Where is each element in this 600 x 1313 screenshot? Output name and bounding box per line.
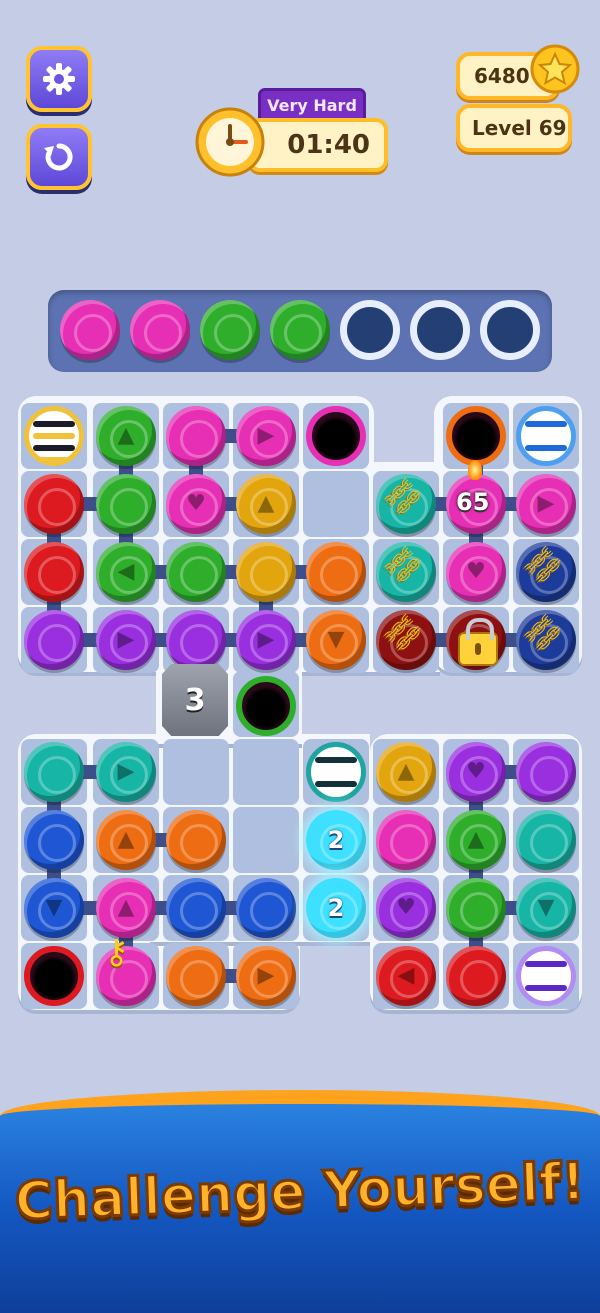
arrow-up-icon: ▲ — [117, 895, 135, 920]
ball-blue[interactable]: ▼ — [24, 878, 84, 938]
tube-connector — [54, 901, 266, 915]
ball-green[interactable] — [446, 878, 506, 938]
ball-magenta[interactable]: ▶ — [516, 474, 576, 534]
padlock-icon — [458, 618, 498, 666]
ball-yellow[interactable]: ▲ — [376, 742, 436, 802]
heart-icon: ♥ — [466, 559, 486, 584]
arrow-right-icon: ▶ — [537, 491, 555, 516]
ball-magenta[interactable]: ♥ — [446, 542, 506, 602]
grid-cell — [303, 471, 369, 537]
ball-yellow[interactable] — [236, 542, 296, 602]
ball-orange[interactable] — [166, 946, 226, 1006]
ball-orange[interactable]: ▲ — [96, 810, 156, 870]
ball-green[interactable]: ▲ — [96, 406, 156, 466]
ball-magenta[interactable]: ♥ — [166, 474, 226, 534]
fuse-flame-icon — [468, 460, 482, 480]
grid-cell — [233, 807, 299, 873]
ball-orange[interactable]: ▶ — [236, 946, 296, 1006]
counter-ball-cyan[interactable]: 2 — [306, 810, 366, 870]
ball-orange[interactable] — [166, 810, 226, 870]
arrow-up-icon: ▲ — [467, 827, 485, 852]
ball-purple[interactable]: ♥ — [446, 742, 506, 802]
arrow-up-icon: ▲ — [117, 423, 135, 448]
arrow-right-icon: ▶ — [117, 759, 135, 784]
heart-icon: ♥ — [466, 759, 486, 784]
arrow-right-icon: ▶ — [117, 627, 135, 652]
arrow-down-icon: ▼ — [45, 895, 63, 920]
key-icon: ⚷ — [104, 932, 129, 972]
arrow-down-icon: ▼ — [537, 895, 555, 920]
arrow-up-icon: ▲ — [397, 759, 415, 784]
ball-blue[interactable] — [166, 878, 226, 938]
ball-red[interactable] — [446, 946, 506, 1006]
arrow-down-icon: ▼ — [327, 627, 345, 652]
ball-purple[interactable] — [24, 610, 84, 670]
exit-hole-orange[interactable] — [446, 406, 506, 466]
ball-teal[interactable] — [516, 810, 576, 870]
ball-counter: 2 — [327, 826, 345, 854]
spawner-gate-purple[interactable] — [516, 946, 576, 1006]
ball-green[interactable] — [96, 474, 156, 534]
arrow-right-icon: ▶ — [257, 627, 275, 652]
ball-teal[interactable]: ▼ — [516, 878, 576, 938]
ball-orange[interactable] — [306, 542, 366, 602]
game-board: ▲ ▶ ♥ ▲ ⛓ 65 ▶ ◀ ⛓ ♥ ⛓ ▶ ▶ ▼ ⛓ ⛓ ▶ ▲ ♥ ▲ 2 ▲ ▼ ▲ 2 ♥ ▼ ⚷ ▶ ◀ — [0, 0, 600, 1100]
arrow-up-icon: ▲ — [257, 491, 275, 516]
grid-cell — [233, 739, 299, 805]
ball-yellow[interactable]: ▲ — [236, 474, 296, 534]
ball-magenta[interactable]: ▶ — [236, 406, 296, 466]
ball-green[interactable] — [166, 542, 226, 602]
ball-blue[interactable] — [236, 878, 296, 938]
heart-icon: ♥ — [186, 491, 206, 516]
arrow-left-icon: ◀ — [397, 963, 415, 988]
ball-teal[interactable] — [24, 742, 84, 802]
ball-counter: 2 — [327, 894, 345, 922]
ball-magenta[interactable] — [376, 810, 436, 870]
ball-purple[interactable] — [166, 610, 226, 670]
arrow-up-icon: ▲ — [117, 827, 135, 852]
tube-connector — [126, 565, 336, 579]
ball-teal[interactable] — [376, 474, 436, 534]
ball-magenta[interactable] — [166, 406, 226, 466]
grid-cell — [163, 739, 229, 805]
heart-icon: ♥ — [396, 895, 416, 920]
exit-hole-red[interactable] — [24, 946, 84, 1006]
stone-block[interactable]: 3 — [162, 664, 228, 736]
ball-orange[interactable]: ▼ — [306, 610, 366, 670]
ball-counter: 65 — [456, 488, 490, 516]
ball-teal[interactable]: ▶ — [96, 742, 156, 802]
stone-counter: 3 — [184, 682, 206, 718]
spawner-gate-yellow[interactable] — [24, 406, 84, 466]
exit-hole-green[interactable] — [236, 676, 296, 736]
ball-purple[interactable]: ▶ — [96, 610, 156, 670]
ball-red[interactable]: ◀ — [376, 946, 436, 1006]
ball-green[interactable]: ◀ — [96, 542, 156, 602]
ball-purple[interactable]: ♥ — [376, 878, 436, 938]
exit-hole-magenta[interactable] — [306, 406, 366, 466]
ball-green[interactable]: ▲ — [446, 810, 506, 870]
ball-purple[interactable] — [516, 742, 576, 802]
ball-navy[interactable] — [516, 610, 576, 670]
counter-ball-cyan[interactable]: 2 — [306, 878, 366, 938]
ball-darkred[interactable] — [376, 610, 436, 670]
ball-purple[interactable]: ▶ — [236, 610, 296, 670]
ball-teal[interactable] — [376, 542, 436, 602]
arrow-right-icon: ▶ — [257, 423, 275, 448]
spawner-gate-teal[interactable] — [306, 742, 366, 802]
ball-magenta[interactable]: ▲ — [96, 878, 156, 938]
ball-red[interactable] — [24, 542, 84, 602]
spawner-gate-blue[interactable] — [516, 406, 576, 466]
ball-red[interactable] — [24, 474, 84, 534]
arrow-right-icon: ▶ — [257, 963, 275, 988]
arrow-left-icon: ◀ — [117, 559, 135, 584]
ball-navy[interactable] — [516, 542, 576, 602]
ball-blue[interactable] — [24, 810, 84, 870]
